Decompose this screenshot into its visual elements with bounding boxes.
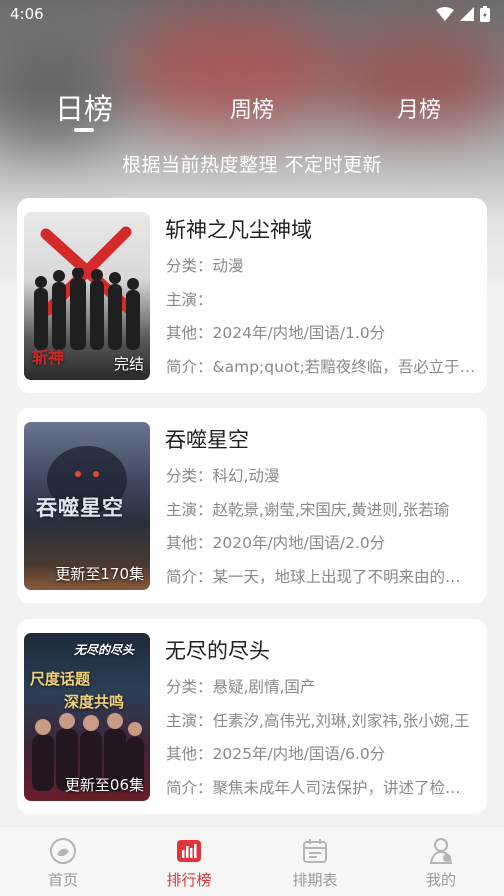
item-other: 其他：2025年/内地/国语/6.0分 — [166, 745, 386, 763]
battery-icon — [480, 6, 490, 22]
signal-icon — [460, 7, 474, 21]
chart-icon — [177, 840, 201, 862]
poster-logo-text: 无尽的尽头 — [74, 643, 135, 657]
active-tab-indicator — [74, 128, 94, 132]
poster-image[interactable]: 吞噬星空 更新至170集 — [24, 422, 150, 590]
item-category: 分类：悬疑,剧情,国产 — [166, 678, 316, 696]
item-cast: 主演： — [166, 291, 213, 309]
poster-logo-text: 斩神 — [32, 348, 65, 367]
item-title[interactable]: 吞噬星空 — [165, 424, 249, 454]
item-other: 其他：2024年/内地/国语/1.0分 — [166, 324, 386, 342]
item-title[interactable]: 无尽的尽头 — [165, 635, 270, 665]
poster-tagline: 尺度话题 — [30, 670, 91, 688]
item-title[interactable]: 斩神之凡尘神域 — [165, 214, 312, 244]
item-other: 其他：2020年/内地/国语/2.0分 — [166, 534, 386, 552]
poster-logo-text: 吞噬星空 — [36, 496, 124, 520]
item-intro: 简介：某一天，地球上出现了不明来由的病毒 — [166, 568, 476, 586]
status-time: 4:06 — [10, 5, 44, 23]
tab-weekly[interactable]: 周榜 — [230, 92, 274, 124]
tab-monthly[interactable]: 月榜 — [397, 92, 441, 124]
calendar-icon — [303, 839, 327, 863]
status-bar: 4:06 — [0, 0, 504, 28]
item-category: 分类：动漫 — [166, 257, 244, 275]
poster-image[interactable]: 无尽的尽头 尺度话题 深度共鸣 更新至06集 — [24, 633, 150, 801]
nav-schedule[interactable]: 排期表 — [252, 827, 378, 896]
ranking-item[interactable]: 无尽的尽头 尺度话题 深度共鸣 更新至06集 无尽的尽头 分类：悬疑,剧情,国产… — [17, 619, 487, 814]
item-intro: 简介：聚焦未成年人司法保护，讲述了检察官 — [166, 779, 476, 797]
bottom-nav: 首页 排行榜 排期表 我的 — [0, 826, 504, 896]
item-category: 分类：科幻,动漫 — [166, 467, 280, 485]
item-intro: 简介：&amp;quot;若黯夜终临，吾必立于万万人前... — [166, 358, 476, 376]
item-cast: 主演：任素汐,高伟光,刘琳,刘家祎,张小婉,王 — [166, 712, 470, 730]
wifi-icon — [436, 7, 454, 21]
poster-image[interactable]: 斩神 完结 — [24, 212, 150, 380]
status-icons — [436, 6, 490, 22]
ranking-subtitle: 根据当前热度整理 不定时更新 — [121, 154, 383, 176]
home-icon — [50, 838, 76, 864]
tab-daily[interactable]: 日榜 — [55, 86, 113, 128]
ranking-item[interactable]: 吞噬星空 更新至170集 吞噬星空 分类：科幻,动漫 主演：赵乾景,谢莹,宋国庆… — [17, 408, 487, 603]
nav-ranking[interactable]: 排行榜 — [126, 827, 252, 896]
episode-badge: 完结 — [113, 355, 144, 373]
ranking-tabs: 日榜 周榜 月榜 — [0, 82, 504, 134]
ranking-item[interactable]: 斩神 完结 斩神之凡尘神域 分类：动漫 主演： 其他：2024年/内地/国语/1… — [17, 198, 487, 393]
profile-icon — [429, 838, 453, 864]
nav-home[interactable]: 首页 — [0, 827, 126, 896]
episode-badge: 更新至06集 — [64, 776, 144, 794]
nav-profile[interactable]: 我的 — [378, 827, 504, 896]
item-cast: 主演：赵乾景,谢莹,宋国庆,黄进则,张若瑜 — [166, 501, 450, 519]
episode-badge: 更新至170集 — [55, 565, 144, 583]
